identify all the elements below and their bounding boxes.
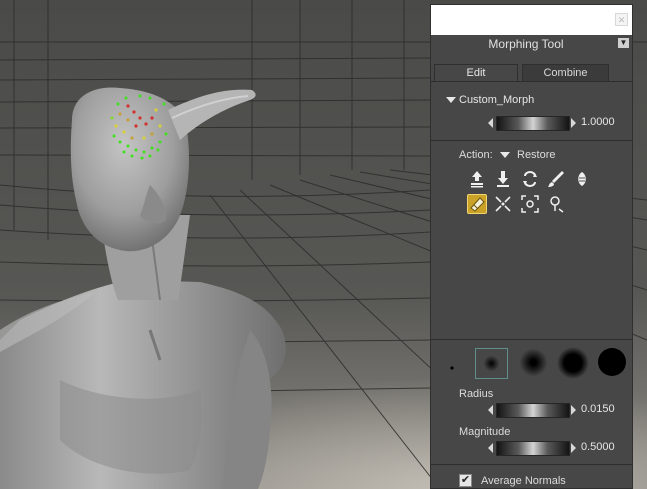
push-icon[interactable] <box>467 169 487 189</box>
action-value[interactable]: Restore <box>517 149 556 161</box>
inflate-icon[interactable] <box>572 169 592 189</box>
brush-preset-hard[interactable] <box>597 347 627 377</box>
decrement-arrow-icon[interactable] <box>488 443 493 453</box>
close-icon[interactable]: ✕ <box>615 13 628 26</box>
brush-preset-large[interactable] <box>556 346 590 380</box>
magnitude-slider[interactable]: 0.5000 <box>488 441 628 456</box>
morphing-tool-panel: ✕ Morphing Tool ▼ Edit Combine Custom_Mo… <box>430 4 633 489</box>
sculpt-brush-icon[interactable] <box>546 169 566 189</box>
divider <box>431 140 632 141</box>
pinch-icon[interactable] <box>493 194 513 214</box>
brush-preset-small[interactable] <box>475 348 508 379</box>
increment-arrow-icon[interactable] <box>571 405 576 415</box>
divider <box>431 339 632 340</box>
magnitude-value[interactable]: 0.5000 <box>581 441 615 453</box>
slider-track[interactable] <box>496 441 570 456</box>
pin-icon[interactable] <box>546 194 566 214</box>
smooth-icon[interactable] <box>520 169 540 189</box>
divider <box>431 81 632 82</box>
panel-titlebar[interactable] <box>431 5 632 35</box>
morph-value[interactable]: 1.0000 <box>581 116 615 128</box>
increment-arrow-icon[interactable] <box>571 118 576 128</box>
brush-preset-tiny[interactable] <box>450 361 454 370</box>
morph-value-slider[interactable]: 1.0000 <box>488 116 628 131</box>
flatten-icon[interactable] <box>520 194 540 214</box>
average-normals-checkbox[interactable]: ✔ <box>459 474 472 487</box>
morph-name[interactable]: Custom_Morph <box>459 94 534 106</box>
radius-slider[interactable]: 0.0150 <box>488 403 628 418</box>
magnitude-label: Magnitude <box>459 426 511 438</box>
radius-label: Radius <box>459 388 494 400</box>
slider-track[interactable] <box>496 116 570 131</box>
restore-eraser-icon[interactable] <box>467 194 487 214</box>
tab-combine[interactable]: Combine <box>522 64 609 81</box>
pull-icon[interactable] <box>493 169 513 189</box>
slider-track[interactable] <box>496 403 570 418</box>
decrement-arrow-icon[interactable] <box>488 405 493 415</box>
panel-menu-icon[interactable]: ▼ <box>618 38 629 48</box>
tab-edit[interactable]: Edit <box>434 64 518 81</box>
action-dropdown-icon[interactable] <box>500 152 510 158</box>
morph-dropdown-icon[interactable] <box>446 97 456 103</box>
action-label: Action: <box>459 149 493 161</box>
radius-value[interactable]: 0.0150 <box>581 403 615 415</box>
divider <box>431 464 632 465</box>
average-normals-label: Average Normals <box>481 475 566 487</box>
panel-title: Morphing Tool <box>488 37 564 51</box>
increment-arrow-icon[interactable] <box>571 443 576 453</box>
decrement-arrow-icon[interactable] <box>488 118 493 128</box>
brush-preset-medium[interactable] <box>517 346 550 379</box>
